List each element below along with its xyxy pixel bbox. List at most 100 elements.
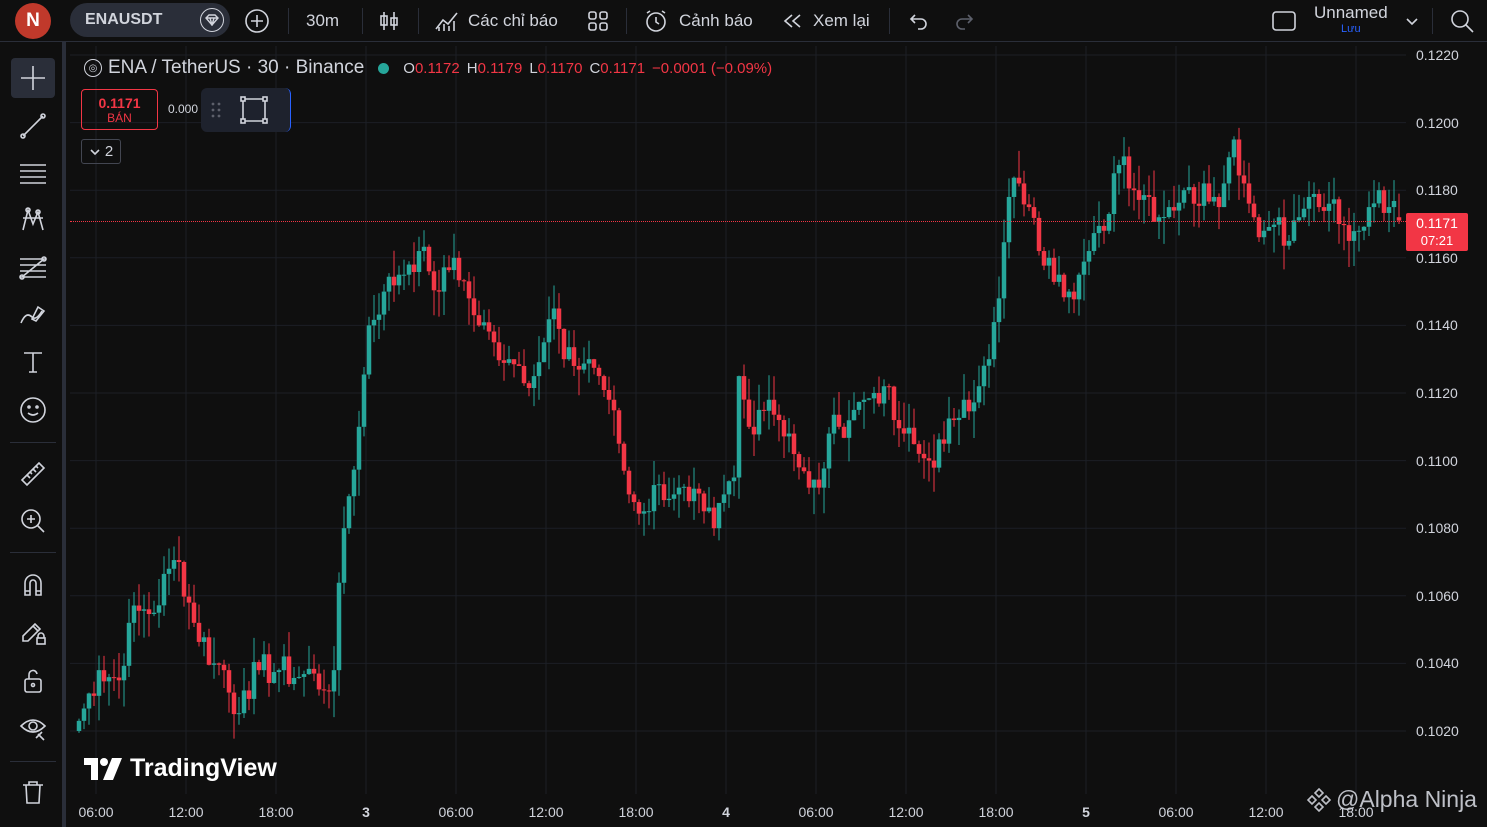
grid-icon	[588, 11, 608, 31]
candle	[126, 598, 132, 678]
ruler-icon	[20, 461, 46, 487]
market-status-icon[interactable]	[378, 62, 390, 74]
candle	[776, 404, 782, 442]
price-chart[interactable]: 0.1220 0.1200 0.1180 0.1160 0.1140 0.1120 0.11…	[70, 46, 1487, 827]
candle-body	[991, 322, 997, 360]
tradingview-logo[interactable]: TradingView	[84, 754, 277, 783]
candle	[496, 326, 502, 367]
candle	[746, 378, 752, 430]
save-link[interactable]: Lưu	[1341, 21, 1361, 37]
candle-body	[1321, 207, 1327, 211]
crosshair-tool[interactable]	[11, 58, 55, 98]
candle-body	[611, 399, 617, 411]
templates-button[interactable]	[586, 0, 610, 42]
sell-price: 0.1171	[98, 94, 141, 111]
candlestick-plot[interactable]	[70, 46, 1487, 827]
pattern-tool[interactable]	[11, 200, 55, 240]
candle-body	[1376, 190, 1382, 204]
legend-title[interactable]: ENA / TetherUS · 30 · Binance	[108, 57, 364, 79]
indicators-button[interactable]: Các chỉ báo	[434, 0, 558, 42]
candle-body	[1176, 202, 1182, 211]
premium-diamond-icon[interactable]	[200, 8, 224, 32]
symbol-search[interactable]: ENAUSDT	[70, 3, 230, 37]
candle-body	[711, 507, 717, 529]
horizontal-lines-tool[interactable]	[11, 153, 55, 193]
candle	[701, 490, 707, 524]
magnet-tool[interactable]	[11, 565, 55, 605]
candle-body	[166, 568, 172, 574]
redo-button[interactable]	[954, 0, 976, 42]
candle	[761, 401, 767, 422]
ruler-tool[interactable]	[11, 454, 55, 494]
candle-body	[601, 376, 607, 390]
legend-collapse-button[interactable]: 2	[81, 139, 121, 164]
select-box-icon[interactable]	[239, 95, 269, 125]
candle-body	[741, 376, 747, 400]
candle-body	[706, 507, 712, 512]
fib-tool[interactable]	[11, 248, 55, 288]
candle	[486, 309, 492, 340]
candle-body	[446, 267, 452, 271]
user-avatar[interactable]: N	[15, 3, 51, 39]
quick-search-button[interactable]	[1449, 0, 1475, 42]
hide-drawings-tool[interactable]	[11, 708, 55, 748]
candle-body	[821, 468, 827, 488]
candle	[1316, 189, 1322, 213]
candle	[161, 556, 167, 616]
undo-button[interactable]	[907, 0, 929, 42]
candle	[706, 487, 712, 514]
candle	[531, 364, 537, 407]
candle-body	[1151, 196, 1157, 222]
candle-body	[426, 246, 432, 272]
candle-body	[786, 433, 792, 437]
brush-tool[interactable]	[11, 295, 55, 335]
candle-body	[121, 665, 127, 681]
candle-body	[621, 443, 627, 471]
candle	[76, 718, 82, 733]
candle-body	[1356, 230, 1362, 232]
chart-type-button[interactable]	[377, 0, 401, 42]
candle-body	[441, 267, 447, 292]
layout-menu[interactable]: Unnamed Lưu	[1314, 0, 1388, 42]
fullscreen-toggle[interactable]	[1271, 0, 1297, 42]
candle	[686, 475, 692, 508]
candle	[226, 663, 232, 713]
emoji-tool[interactable]	[11, 390, 55, 430]
text-tool[interactable]	[11, 342, 55, 382]
candle	[1036, 211, 1042, 256]
candle	[1061, 272, 1067, 302]
candle-body	[781, 420, 787, 437]
replay-button[interactable]: Xem lại	[781, 0, 870, 42]
candle-body	[366, 325, 372, 375]
sell-button[interactable]: 0.1171 BÁN	[81, 89, 158, 130]
zoom-in-tool[interactable]	[11, 501, 55, 541]
candle-body	[336, 582, 342, 671]
candle-body	[626, 470, 632, 495]
candle	[236, 697, 242, 725]
candle-body	[1086, 251, 1092, 262]
lock-all-tool[interactable]	[11, 661, 55, 701]
candle	[1241, 160, 1247, 198]
candle-body	[721, 494, 727, 503]
candle	[1121, 137, 1127, 189]
layout-dropdown[interactable]	[1404, 0, 1420, 42]
candle-body	[1146, 195, 1152, 197]
lock-drawing-tool[interactable]	[11, 613, 55, 653]
remove-drawings-tool[interactable]	[11, 772, 55, 812]
candle-body	[331, 670, 337, 692]
price-tick-label: 0.1180	[1416, 182, 1458, 199]
candle	[891, 385, 897, 436]
magnet-icon	[24, 574, 42, 596]
candle	[881, 379, 887, 417]
alert-button[interactable]: Cảnh báo	[643, 0, 753, 42]
candle	[516, 351, 522, 367]
last-price-value: 0.1171	[1416, 214, 1458, 231]
candle-body	[701, 493, 707, 512]
candle	[1176, 184, 1182, 236]
trend-line-tool[interactable]	[11, 106, 55, 146]
interval-button[interactable]: 30m	[306, 0, 339, 42]
candle-body	[1251, 203, 1257, 218]
candle-body	[631, 494, 637, 503]
add-symbol-button[interactable]	[244, 0, 270, 42]
candle	[681, 483, 687, 502]
